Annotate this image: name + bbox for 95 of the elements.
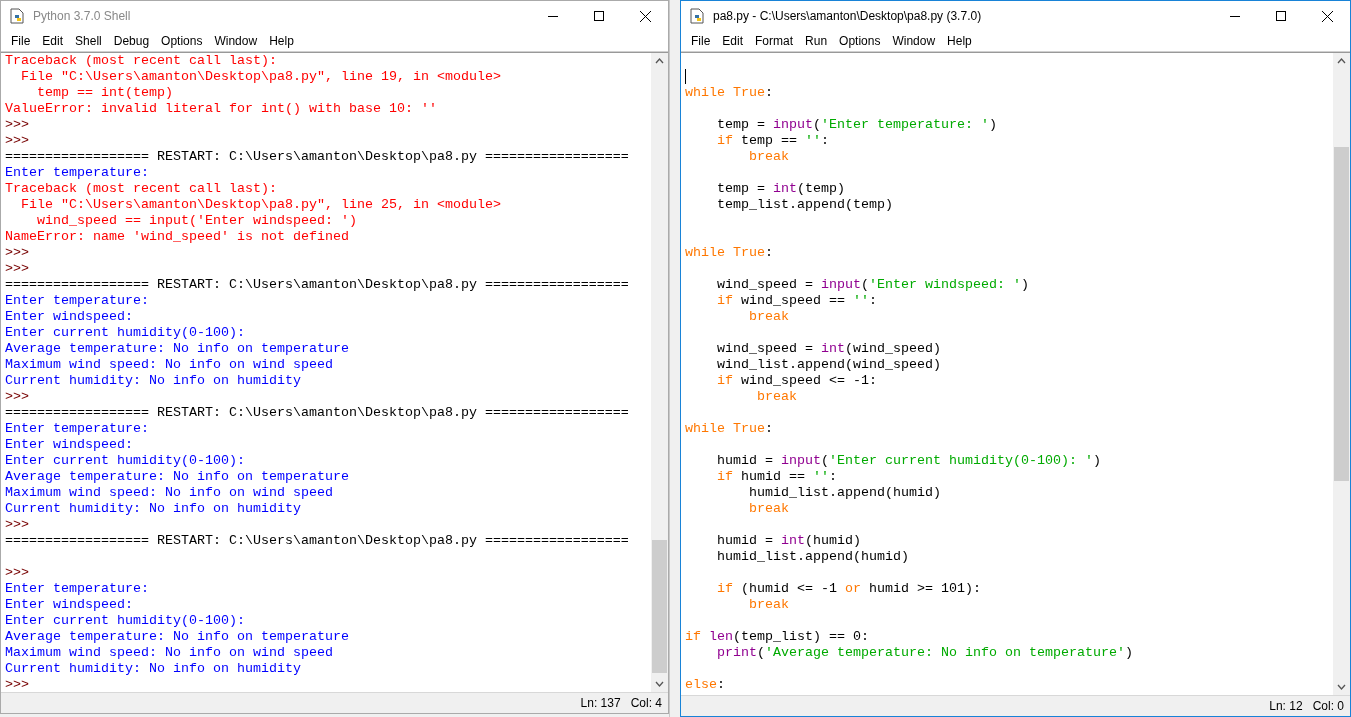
shell-prompt: >>> [5,517,29,533]
scrollbar-thumb[interactable] [652,540,667,673]
code-line: break [748,597,789,613]
code-line: break [748,309,789,325]
console-line: Enter temperature: [5,293,149,309]
console-line: temp == int(temp) [36,85,173,101]
console-line: NameError: name 'wind_speed' is not defined [5,229,349,245]
code-line: if wind_speed == '': [716,293,877,309]
shell-prompt: >>> [5,677,29,692]
console-line: Current humidity: No info on humidity [5,661,301,677]
console-line: Enter windspeed: [5,437,133,453]
code-line: else: [685,677,725,693]
maximize-icon[interactable] [1276,11,1286,21]
console-line: Average temperature: No info on temperature [5,469,349,485]
maximize-icon[interactable] [594,11,604,21]
code-line: temp_list.append(temp) [716,197,893,213]
console-line: Enter current humidity(0-100): [5,613,245,629]
shell-prompt: >>> [5,261,29,277]
menu-item[interactable]: Options [833,34,887,48]
code-line: temp = int(temp) [716,181,845,197]
menu-item[interactable]: Edit [36,34,70,48]
code-line: if temp == '': [716,133,829,149]
column-number: Col: 4 [630,696,662,710]
code-line: while True: [685,85,773,101]
line-number: Ln: 137 [580,696,621,710]
console-line: ================== RESTART: C:\Users\amanton\Desktop\pa8.py ================== [5,149,629,165]
console-line: Traceback (most recent call last): [5,53,277,69]
code-line: if humid == '': [716,469,837,485]
console-line: wind_speed == input('Enter windspeed: ') [36,213,357,229]
console-line: ================== RESTART: C:\Users\amanton\Desktop\pa8.py ================== [5,277,629,293]
console-line: ValueError: invalid literal for int() with base 10: '' [5,101,437,117]
menu-item[interactable]: Help [263,34,300,48]
shell-prompt: >>> [5,245,29,261]
code-line: humid_list.append(humid) [748,485,941,501]
python-file-icon [689,8,705,24]
code-line: while True: [685,421,773,437]
code-line: wind_speed = input('Enter windspeed: ') [716,277,1029,293]
column-number: Col: 0 [1312,699,1344,713]
code-line: wind_list.append(wind_speed) [716,357,941,373]
minimize-icon[interactable] [548,15,558,17]
code-line: temp = input('Enter temperature: ') [716,117,997,133]
console-line: Current humidity: No info on humidity [5,501,301,517]
menu-item[interactable]: Debug [107,34,156,48]
console-line: Maximum wind speed: No info on wind speed [5,485,333,501]
close-icon[interactable] [639,10,651,22]
menu-item[interactable]: Window [886,34,942,48]
console-line: ================== RESTART: C:\Users\amanton\Desktop\pa8.py ================== [5,405,629,421]
console-line: Enter current humidity(0-100): [5,453,245,469]
minimize-icon[interactable] [1230,15,1240,17]
window-title: pa8.py - C:\Users\amanton\Desktop\pa8.py (3.7.0) [713,9,983,23]
code-line: if (humid <= -1 or humid >= 101): [716,581,981,597]
console-line: Enter windspeed: [5,309,133,325]
menu-item[interactable]: Edit [716,34,750,48]
code-line: humid_list.append(humid) [716,549,909,565]
scrollbar-thumb[interactable] [1334,147,1349,481]
console-line: File "C:\Users\amanton\Desktop\pa8.py", line 19, in <module> [20,69,501,85]
menu-item[interactable]: Help [941,34,978,48]
code-line: if wind_speed <= -1: [716,373,877,389]
console-line: ================== RESTART: C:\Users\amanton\Desktop\pa8.py ================== [5,533,629,549]
code-line: humid = int(humid) [716,533,861,549]
menu-item[interactable]: Shell [69,34,108,48]
menu-item[interactable]: Format [749,34,800,48]
window-title: Python 3.7.0 Shell [33,9,132,23]
console-line: Maximum wind speed: No info on wind speed [5,357,333,373]
console-line: File "C:\Users\amanton\Desktop\pa8.py", line 25, in <module> [20,197,501,213]
console-line: Traceback (most recent call last): [5,181,277,197]
close-icon[interactable] [1321,10,1333,22]
console-line: Enter current humidity(0-100): [5,325,245,341]
console-line: Enter windspeed: [5,597,133,613]
code-line: break [748,501,789,517]
console-line: Current humidity: No info on humidity [5,373,301,389]
line-number: Ln: 12 [1269,699,1303,713]
console-line: Enter temperature: [5,421,149,437]
code-line: if len(temp_list) == 0: [685,629,869,645]
menu-item[interactable]: File [5,34,37,48]
code-line: break [755,389,797,405]
menu-item[interactable]: Run [799,34,834,48]
python-file-icon [9,8,25,24]
code-line: humid = input('Enter current humidity(0-100): ') [716,453,1101,469]
console-line: Enter temperature: [5,581,149,597]
code-line: wind_speed = int(wind_speed) [716,341,941,357]
shell-prompt: >>> [5,565,29,581]
shell-prompt: >>> [5,117,29,133]
console-line: Average temperature: No info on temperature [5,629,349,645]
menu-item[interactable]: File [685,34,717,48]
shell-prompt: >>> [5,133,29,149]
console-line: Maximum wind speed: No info on wind speed [5,645,333,661]
console-line: Average temperature: No info on temperature [5,341,349,357]
code-line: while True: [685,245,773,261]
shell-prompt: >>> [5,389,29,405]
menu-item[interactable]: Window [208,34,264,48]
console-line: Enter temperature: [5,165,149,181]
menu-item[interactable]: Options [155,34,209,48]
code-line: break [748,149,789,165]
code-line: print('Average temperature: No info on temperature') [716,645,1133,661]
